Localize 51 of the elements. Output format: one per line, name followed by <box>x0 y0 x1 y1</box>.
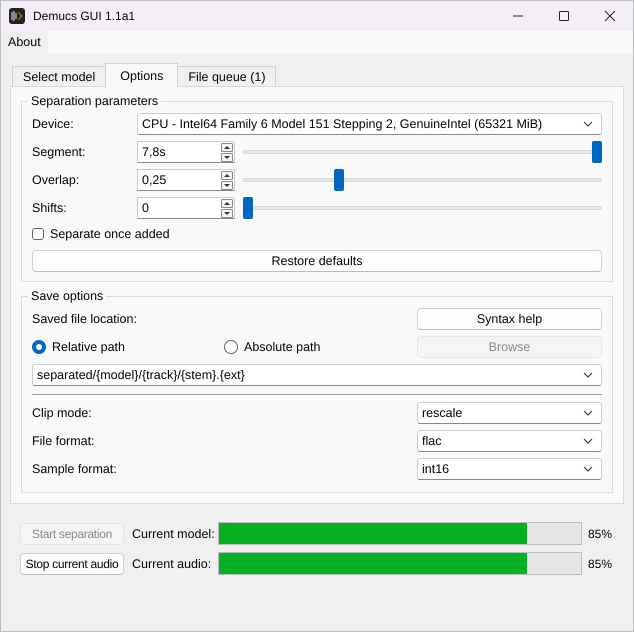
dropdown[interactable]: rescale <box>417 402 602 424</box>
field-label: Sample format: <box>32 462 118 476</box>
spin-box[interactable]: 0,25 <box>137 169 235 191</box>
spin-up-icon[interactable] <box>221 198 233 208</box>
dropdown-caret-icon <box>583 121 593 127</box>
menu-item[interactable]: About <box>1 31 48 53</box>
dropdown-caret-icon <box>583 410 593 416</box>
checkbox-label: Separate once added <box>50 227 170 241</box>
syntax-help-button[interactable]: Syntax help <box>417 308 602 330</box>
field-label: Clip mode: <box>32 406 93 420</box>
field-label: Segment: <box>32 145 87 159</box>
radio-button[interactable] <box>32 340 46 354</box>
app-logo-icon <box>9 8 25 24</box>
field-label: Saved file location: <box>32 312 137 326</box>
tab[interactable]: Select model <box>12 66 106 87</box>
spin-down-icon[interactable] <box>221 208 233 218</box>
slider-thumb[interactable] <box>243 197 253 219</box>
dropdown-caret-icon <box>583 438 593 444</box>
progress-label: Current model: <box>132 526 216 540</box>
slider-thumb[interactable] <box>334 169 344 191</box>
progress-reading: 85% <box>588 556 612 570</box>
tab[interactable]: File queue (1) <box>177 66 276 87</box>
field-label: Overlap: <box>32 173 80 187</box>
radio-button[interactable] <box>224 340 238 354</box>
field-label: File format: <box>32 434 96 448</box>
path-dropdown[interactable]: separated/{model}/{track}/{stem}.{ext} <box>32 364 602 386</box>
spin-down-icon[interactable] <box>221 152 233 162</box>
spin-down-icon[interactable] <box>221 180 233 190</box>
field-label: Device: <box>32 117 75 131</box>
dropdown[interactable]: int16 <box>417 458 602 480</box>
dropdown-caret-icon <box>583 466 593 472</box>
dropdown[interactable]: flac <box>417 430 602 452</box>
progress-label: Current audio: <box>132 556 212 570</box>
spin-box[interactable]: 0 <box>137 197 235 219</box>
restore-defaults-button[interactable]: Restore defaults <box>32 250 602 272</box>
slider-thumb[interactable] <box>592 141 602 163</box>
group-title: Separation parameters <box>28 94 162 108</box>
field-label: Shifts: <box>32 201 68 215</box>
spin-up-icon[interactable] <box>221 142 233 152</box>
progress-reading: 85% <box>588 526 612 540</box>
group-title: Save options <box>28 289 106 303</box>
dropdown-caret-icon <box>583 372 593 378</box>
spin-box[interactable]: 7,8s <box>137 141 235 163</box>
spin-up-icon[interactable] <box>221 170 233 180</box>
tab[interactable]: Options <box>105 63 178 87</box>
checkbox[interactable] <box>32 228 44 240</box>
window-title: Demucs GUI 1.1a1 <box>33 9 136 23</box>
device-dropdown[interactable]: CPU - Intel64 Family 6 Model 151 Stepping 2, GenuineIntel (65321 MiB) <box>137 113 602 135</box>
radio-label: Relative path <box>52 340 125 354</box>
radio-label: Absolute path <box>244 340 320 354</box>
stop-button[interactable]: Stop current audio <box>20 552 124 574</box>
